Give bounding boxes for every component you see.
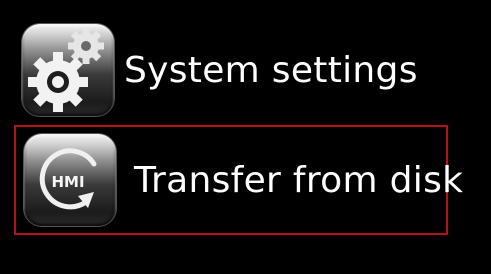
menu-item-system-settings[interactable]: System settings <box>22 24 418 116</box>
system-settings-label: System settings <box>124 49 418 91</box>
hmi-icon-text: HMI <box>51 173 84 191</box>
transfer-from-disk-label: Transfer from disk <box>134 159 464 201</box>
menu-screen: System settings HMI Transfer from disk <box>0 0 491 274</box>
gears-icon <box>22 24 114 116</box>
hmi-transfer-icon: HMI <box>24 134 116 226</box>
menu-item-transfer-from-disk[interactable]: HMI Transfer from disk <box>14 125 463 235</box>
